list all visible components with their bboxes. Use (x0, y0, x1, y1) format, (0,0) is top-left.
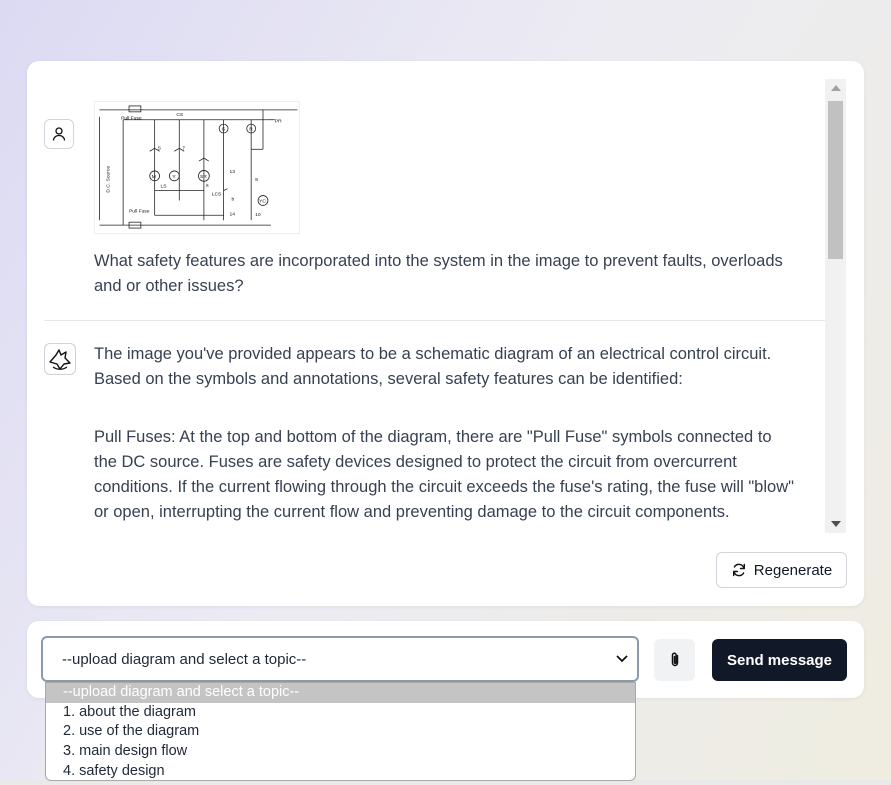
paperclip-icon (671, 652, 678, 667)
attached-diagram-image: Pull Fuse Pull Fuse D.C. Source CS PR G … (94, 101, 300, 234)
fox-logo-icon (49, 349, 71, 370)
message-list[interactable]: Pull Fuse Pull Fuse D.C. Source CS PR G … (27, 79, 825, 597)
user-message-text: What safety features are incorporated in… (94, 252, 783, 295)
scrollbar-thumb[interactable] (828, 101, 843, 259)
diagram-label-g: G (222, 127, 226, 133)
diagram-label-a: a (206, 184, 209, 189)
diagram-label-10: 10 (255, 212, 261, 218)
topic-option[interactable]: --upload diagram and select a topic-- (46, 683, 635, 703)
chat-panel: Pull Fuse Pull Fuse D.C. Source CS PR G … (27, 61, 864, 606)
scroll-up-arrow-icon[interactable] (831, 85, 841, 91)
topic-option[interactable]: 3. main design flow (46, 742, 635, 762)
diagram-label-7: 7 (182, 145, 185, 151)
diagram-label-b: b (231, 196, 234, 202)
diagram-label-13: 13 (230, 169, 236, 175)
assistant-paragraph-2: Pull Fuses: At the top and bottom of the… (94, 428, 794, 521)
diagram-label-r: R (249, 127, 253, 133)
diagram-label-bottom-fuse: Pull Fuse (129, 208, 150, 214)
topic-dropdown-list[interactable]: --upload diagram and select a topic-- 1.… (45, 682, 636, 781)
send-message-button[interactable]: Send message (712, 639, 847, 681)
regenerate-label: Regenerate (753, 561, 833, 579)
diagram-label-lcs: LCS (212, 192, 222, 198)
user-icon (52, 127, 66, 141)
message-scrollbar[interactable] (825, 79, 846, 533)
scroll-down-arrow-icon[interactable] (831, 521, 841, 527)
diagram-label-yc: YC (259, 198, 266, 204)
diagram-label-y: Y (172, 174, 176, 180)
diagram-label-14: 14 (230, 211, 236, 217)
topic-option[interactable]: 1. about the diagram (46, 703, 635, 723)
user-avatar (44, 119, 74, 149)
topic-select-value: --upload diagram and select a topic-- (62, 650, 307, 668)
attach-file-button[interactable] (654, 639, 695, 681)
diagram-label-pr: PR (275, 119, 282, 125)
diagram-label-source: D.C. Source (105, 166, 111, 193)
assistant-avatar (44, 343, 76, 375)
refresh-icon (732, 563, 745, 577)
topic-option[interactable]: 2. use of the diagram (46, 722, 635, 742)
chevron-down-icon (616, 655, 628, 662)
regenerate-button[interactable]: Regenerate (716, 552, 847, 588)
diagram-label-m: M (152, 174, 156, 180)
topic-select[interactable]: --upload diagram and select a topic-- (41, 636, 639, 682)
message-divider (44, 320, 825, 321)
diagram-label-top-fuse: Pull Fuse (121, 116, 142, 122)
diagram-label-ls: LS (161, 184, 168, 190)
diagram-label-cs: CS (176, 112, 184, 118)
diagram-label-9: 9 (255, 177, 258, 183)
diagram-label-sr: SR (200, 174, 207, 180)
assistant-paragraph-1: The image you've provided appears to be … (94, 345, 772, 388)
diagram-label-s: S (158, 145, 162, 151)
topic-option[interactable]: 4. safety design (46, 762, 635, 782)
